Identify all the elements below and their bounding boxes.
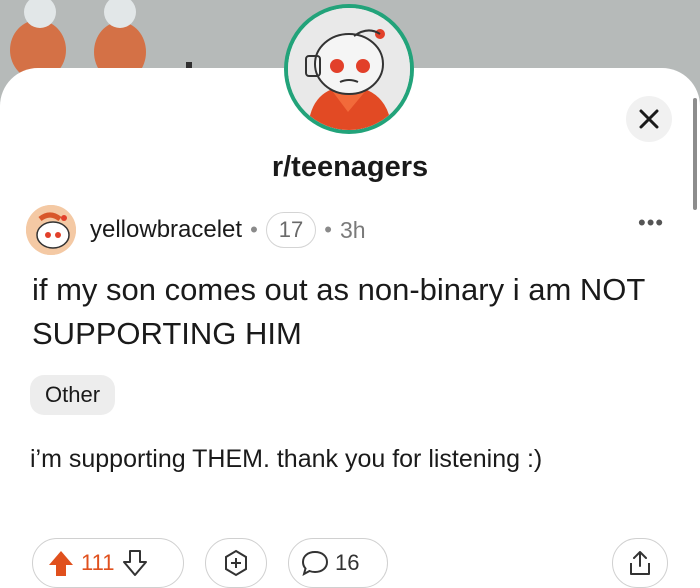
share-icon: [630, 551, 650, 575]
upvote-arrow-icon[interactable]: [47, 549, 75, 577]
meta-separator: •: [250, 217, 258, 242]
share-button[interactable]: [612, 538, 668, 588]
vote-control: 111: [32, 538, 184, 588]
post-flair[interactable]: Other: [30, 375, 116, 415]
community-name[interactable]: r/teenagers: [0, 151, 700, 184]
meta-separator: •: [324, 217, 332, 242]
award-icon: [225, 549, 247, 577]
post-title: if my son comes out as non-binary i am N…: [32, 272, 645, 351]
upvote-count: 111: [81, 550, 115, 575]
close-icon: [639, 109, 659, 129]
user-snoo-icon: [26, 205, 76, 255]
username[interactable]: yellowbracelet: [90, 216, 242, 244]
post-body: i’m supporting THEM. thank you for liste…: [30, 445, 543, 473]
community-avatar[interactable]: [284, 4, 414, 134]
downvote-arrow-icon[interactable]: [122, 549, 148, 577]
comment-button[interactable]: 16: [288, 538, 388, 588]
comment-bubble-icon: [301, 550, 329, 577]
award-button[interactable]: [205, 538, 267, 588]
more-options-icon[interactable]: •••: [638, 210, 664, 236]
close-button[interactable]: [626, 96, 672, 142]
post-meta: yellowbracelet • 17 • 3h: [26, 205, 366, 255]
karma-badge: 17: [265, 212, 317, 248]
comment-count: 16: [335, 550, 360, 575]
user-avatar[interactable]: [26, 205, 76, 255]
snoo-avatar-icon: [288, 8, 410, 130]
post-age: 3h: [339, 216, 366, 243]
